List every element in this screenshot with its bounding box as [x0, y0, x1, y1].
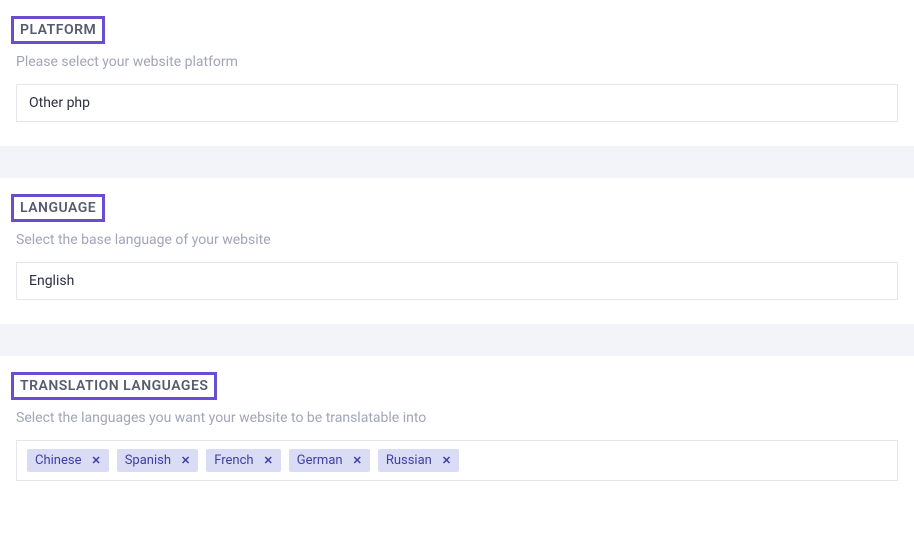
language-tag-label: Spanish: [125, 453, 171, 468]
platform-title: PLATFORM: [11, 16, 105, 44]
language-tag: Chinese ✕: [27, 449, 109, 472]
language-select[interactable]: English: [16, 262, 898, 300]
platform-description: Please select your website platform: [16, 54, 898, 70]
language-title: LANGUAGE: [11, 194, 105, 222]
translation-languages-title: TRANSLATION LANGUAGES: [11, 372, 217, 400]
translation-languages-description: Select the languages you want your websi…: [16, 410, 898, 426]
tags-container: Chinese ✕ Spanish ✕ French ✕ German ✕ Russian ✕: [27, 449, 459, 472]
language-section: LANGUAGE Select the base language of you…: [0, 178, 914, 324]
language-tag-label: German: [297, 453, 343, 468]
language-tag-label: Chinese: [35, 453, 81, 468]
language-tag-label: French: [214, 453, 253, 468]
translation-languages-section: TRANSLATION LANGUAGES Select the languag…: [0, 356, 914, 505]
section-separator: [0, 324, 914, 356]
remove-tag-icon[interactable]: ✕: [442, 454, 451, 467]
remove-tag-icon[interactable]: ✕: [264, 454, 273, 467]
language-description: Select the base language of your website: [16, 232, 898, 248]
translation-languages-input[interactable]: Chinese ✕ Spanish ✕ French ✕ German ✕ Russian ✕: [16, 440, 898, 481]
remove-tag-icon[interactable]: ✕: [353, 454, 362, 467]
language-tag: German ✕: [289, 449, 370, 472]
language-tag: Spanish ✕: [117, 449, 199, 472]
remove-tag-icon[interactable]: ✕: [91, 454, 100, 467]
platform-select[interactable]: Other php: [16, 84, 898, 122]
language-tag-label: Russian: [386, 453, 432, 468]
language-tag: French ✕: [206, 449, 281, 472]
section-separator: [0, 146, 914, 178]
platform-section: PLATFORM Please select your website plat…: [0, 0, 914, 146]
remove-tag-icon[interactable]: ✕: [181, 454, 190, 467]
language-tag: Russian ✕: [378, 449, 459, 472]
